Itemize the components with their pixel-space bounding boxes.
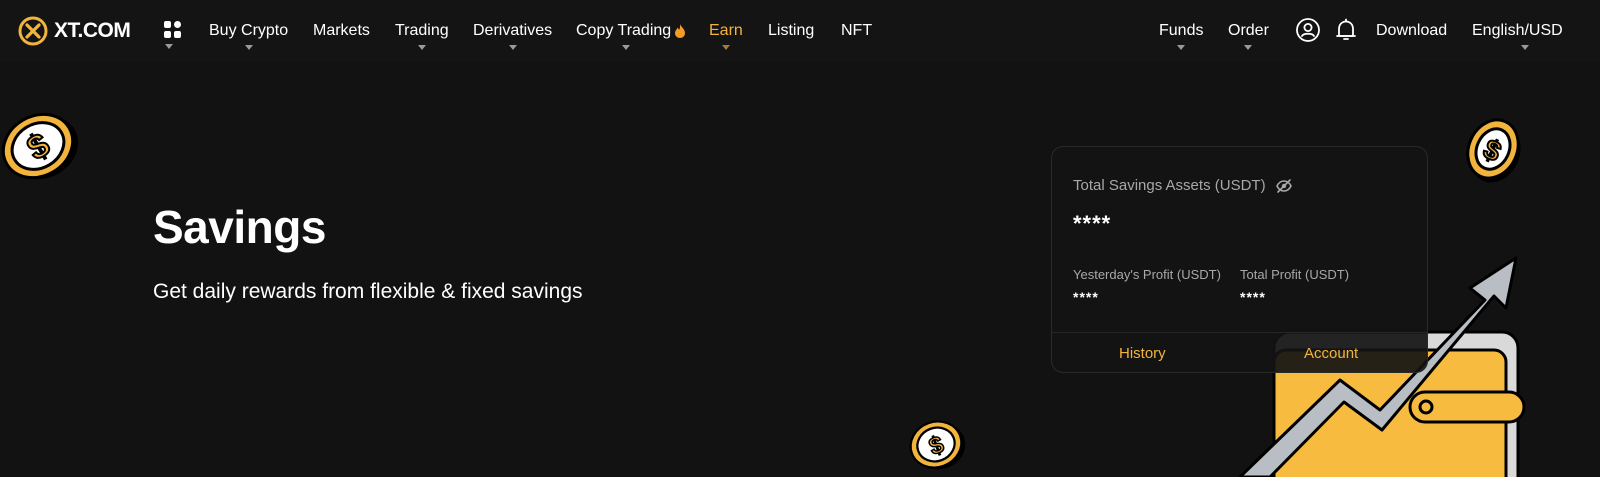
user-icon[interactable]	[1295, 17, 1321, 43]
nav-markets[interactable]: Markets	[313, 0, 370, 62]
nav-copy-trading-label: Copy Trading	[576, 22, 672, 39]
top-nav: XT.COM Buy Crypto Markets Trading Deriva…	[0, 0, 1600, 62]
nav-listing-label: Listing	[768, 22, 815, 39]
nav-copy-trading[interactable]: Copy Trading	[576, 0, 686, 62]
flame-icon	[675, 24, 686, 38]
card-divider	[1052, 332, 1427, 333]
page-subtitle: Get daily rewards from flexible & fixed …	[153, 280, 583, 303]
total-profit-label: Total Profit (USDT)	[1240, 267, 1350, 282]
nav-order[interactable]: Order	[1228, 0, 1269, 62]
nav-derivatives-label: Derivatives	[473, 22, 553, 39]
eye-slash-icon[interactable]	[1275, 178, 1292, 193]
dollar-coin-icon: $	[909, 420, 966, 470]
logo[interactable]: XT.COM	[18, 15, 131, 47]
account-link[interactable]: Account	[1304, 345, 1358, 362]
nav-listing[interactable]: Listing	[768, 0, 814, 62]
nav-download[interactable]: Download	[1376, 0, 1447, 62]
nav-funds-label: Funds	[1159, 22, 1204, 39]
page-title: Savings	[153, 201, 326, 253]
savings-assets-card: Total Savings Assets (USDT) **** Yesterd…	[1051, 146, 1428, 373]
nav-buy-crypto[interactable]: Buy Crypto	[209, 0, 288, 62]
nav-earn-label: Earn	[709, 22, 743, 39]
nav-buy-crypto-label: Buy Crypto	[209, 22, 289, 39]
chevron-down-icon	[721, 45, 730, 50]
yesterday-profit-label: Yesterday's Profit (USDT)	[1073, 267, 1221, 282]
chevron-down-icon	[621, 45, 630, 50]
chevron-down-icon	[1177, 45, 1186, 50]
dollar-coin-icon: $	[1, 112, 79, 180]
apps-caret-icon	[165, 44, 173, 49]
nav-trading-label: Trading	[395, 22, 449, 39]
nav-language-label: English/USD	[1472, 22, 1563, 39]
chevron-down-icon	[508, 45, 517, 50]
nav-download-label: Download	[1376, 22, 1448, 39]
total-profit-value: ****	[1240, 289, 1266, 305]
chevron-down-icon	[1520, 45, 1529, 50]
nav-funds[interactable]: Funds	[1159, 0, 1203, 62]
nav-nft-label: NFT	[841, 22, 873, 39]
nav-derivatives[interactable]: Derivatives	[473, 0, 552, 62]
chevron-down-icon	[1244, 45, 1253, 50]
bell-icon[interactable]	[1333, 17, 1359, 43]
history-link[interactable]: History	[1119, 345, 1166, 362]
nav-trading[interactable]: Trading	[395, 0, 449, 62]
nav-language[interactable]: English/USD	[1472, 0, 1563, 62]
total-assets-value: ****	[1073, 211, 1112, 236]
nav-earn[interactable]: Earn	[709, 0, 743, 62]
nav-markets-label: Markets	[313, 22, 370, 39]
xt-logo-icon	[18, 16, 48, 46]
total-assets-label-row: Total Savings Assets (USDT)	[1073, 177, 1292, 194]
dollar-coin-icon: $	[1466, 118, 1521, 183]
yesterday-profit-value: ****	[1073, 289, 1099, 305]
total-assets-label: Total Savings Assets (USDT)	[1073, 177, 1266, 194]
nav-nft[interactable]: NFT	[841, 0, 872, 62]
savings-page: XT.COM Buy Crypto Markets Trading Deriva…	[0, 0, 1600, 477]
apps-grid-icon[interactable]	[163, 20, 183, 40]
nav-order-label: Order	[1228, 22, 1269, 39]
chevron-down-icon	[244, 45, 253, 50]
chevron-down-icon	[417, 45, 426, 50]
logo-text: XT.COM	[54, 19, 131, 42]
